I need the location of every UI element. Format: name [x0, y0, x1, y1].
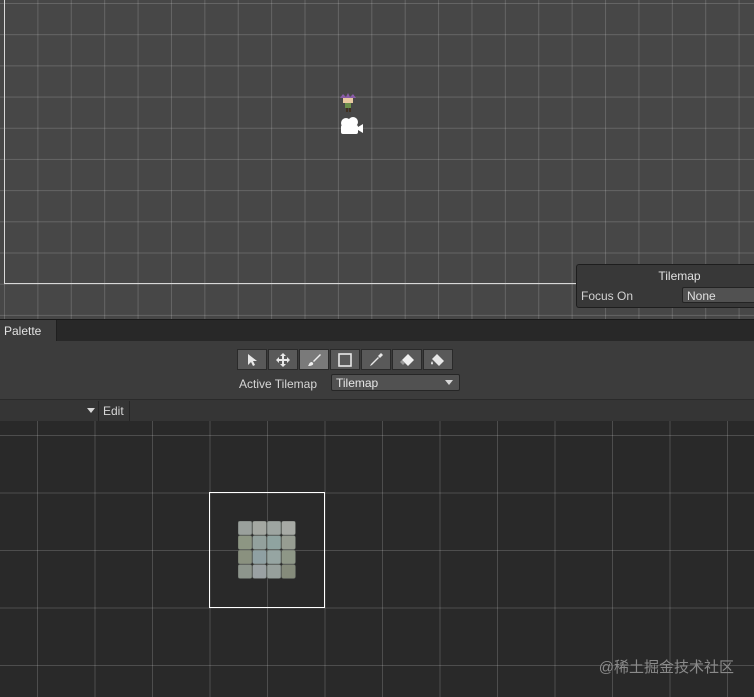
overlay-title: Tilemap: [658, 269, 701, 283]
active-tilemap-label: Active Tilemap: [239, 377, 318, 391]
picker-tool-button[interactable]: [361, 349, 391, 370]
active-tilemap-value: Tilemap: [336, 376, 379, 390]
move-tool-button[interactable]: [268, 349, 298, 370]
edit-palette-button[interactable]: Edit: [98, 401, 130, 421]
camera-icon[interactable]: [338, 116, 364, 136]
eraser-tool-button[interactable]: [392, 349, 422, 370]
paintbrush-icon: [308, 353, 321, 366]
camera-bounds-frame: [4, 0, 754, 284]
select-tool-button[interactable]: [237, 349, 267, 370]
tilemap-overlay-panel: Tilemap Focus On None: [576, 264, 754, 308]
character-sprite[interactable]: [337, 92, 359, 112]
tool-strip: [237, 349, 454, 370]
focus-on-label: Focus On: [581, 289, 634, 303]
select-arrow-icon: [248, 353, 257, 366]
chevron-down-icon: [445, 380, 453, 385]
focus-on-dropdown[interactable]: None: [682, 287, 754, 303]
palette-select-row: Edit: [0, 399, 754, 422]
tab-palette[interactable]: Palette: [0, 320, 57, 342]
palette-window-header: Palette: [0, 319, 754, 342]
move-icon: [276, 352, 290, 367]
eraser-icon: [400, 353, 414, 366]
palette-toolbar: Active Tilemap Tilemap Edit: [0, 341, 754, 422]
watermark-text: @稀土掘金技术社区: [598, 659, 734, 676]
fill-bucket-icon: [431, 353, 444, 366]
palette-dropdown-chevron-icon[interactable]: [87, 408, 95, 413]
tile-set-thumbnail[interactable]: [238, 521, 296, 579]
box-fill-tool-button[interactable]: [330, 349, 360, 370]
fill-tool-button[interactable]: [423, 349, 453, 370]
picker-icon: [370, 352, 383, 366]
active-tilemap-dropdown[interactable]: Tilemap: [331, 374, 460, 391]
scene-view[interactable]: Tilemap Focus On None: [0, 0, 754, 319]
box-fill-icon: [338, 352, 352, 367]
paint-tool-button[interactable]: [299, 349, 329, 370]
tile-palette-grid[interactable]: @稀土掘金技术社区: [0, 421, 754, 697]
